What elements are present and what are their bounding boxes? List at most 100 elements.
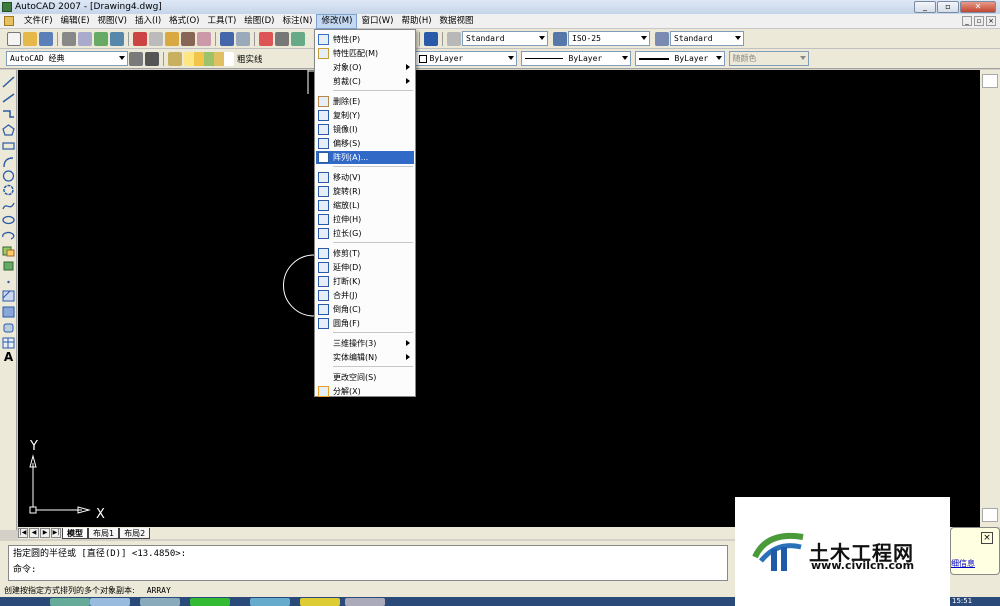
close-button[interactable]: ✕ — [960, 1, 996, 13]
menu-view[interactable]: 视图(V) — [94, 14, 131, 29]
balloon-close-button[interactable]: × — [981, 532, 993, 544]
pan-icon[interactable] — [259, 31, 273, 46]
polyline-icon[interactable] — [2, 108, 15, 120]
workspace-settings-icon[interactable] — [129, 51, 143, 66]
make-block-icon[interactable] — [2, 260, 15, 272]
modify-menu-item[interactable]: 打断(K) — [316, 275, 414, 288]
doc-restore-button[interactable]: ▫ — [974, 16, 984, 26]
circle-icon[interactable] — [2, 170, 15, 182]
plot-style-select[interactable]: 随颜色 — [728, 51, 809, 66]
tab-prev-button[interactable]: ◀ — [29, 528, 39, 538]
menu-help[interactable]: 帮助(H) — [398, 14, 436, 29]
linetype-select[interactable]: ByLayer — [520, 51, 631, 66]
modify-menu-item[interactable]: 镜像(I) — [316, 123, 414, 136]
document-icon[interactable] — [4, 16, 14, 26]
table-style-icon[interactable] — [655, 31, 669, 46]
modify-menu-item[interactable]: 复制(Y) — [316, 109, 414, 122]
modify-menu-item[interactable]: 圆角(F) — [316, 317, 414, 330]
redo-icon[interactable] — [236, 31, 250, 46]
tab-layout2[interactable]: 布局2 — [119, 527, 151, 539]
polygon-icon[interactable] — [2, 124, 15, 136]
new-icon[interactable] — [7, 31, 21, 46]
line-icon[interactable] — [2, 76, 15, 88]
tab-next-button[interactable]: ▶ — [40, 528, 50, 538]
multiline-text-icon[interactable]: A — [2, 351, 15, 363]
modify-menu-item[interactable]: 对象(O) — [316, 61, 414, 74]
tab-last-button[interactable]: ▶| — [51, 528, 61, 538]
cut-icon[interactable] — [133, 31, 147, 46]
modify-menu-item[interactable]: 实体编辑(N) — [316, 351, 414, 364]
taskbar-item[interactable] — [190, 598, 230, 606]
menu-edit[interactable]: 编辑(E) — [57, 14, 94, 29]
modify-menu-item[interactable]: 移动(V) — [316, 171, 414, 184]
zoom-realtime-icon[interactable] — [275, 31, 289, 46]
save-icon[interactable] — [39, 31, 53, 46]
modify-menu-item[interactable]: 旋转(R) — [316, 185, 414, 198]
modify-menu-item[interactable]: 剪裁(C) — [316, 75, 414, 88]
modify-menu-item[interactable]: 拉伸(H) — [316, 213, 414, 226]
revision-cloud-icon[interactable] — [2, 184, 15, 196]
taskbar-item[interactable] — [300, 598, 340, 606]
modify-menu-item[interactable]: 分解(X) — [316, 385, 414, 398]
maximize-button[interactable]: ▫ — [937, 1, 959, 13]
hatch-icon[interactable] — [2, 290, 15, 302]
help-icon[interactable] — [424, 31, 438, 46]
modify-menu-item[interactable]: 延伸(D) — [316, 261, 414, 274]
balloon-details-link[interactable]: 细信息 — [951, 558, 975, 569]
construction-line-icon[interactable] — [2, 92, 15, 104]
menu-window[interactable]: 窗口(W) — [357, 14, 397, 29]
color-select[interactable]: ByLayer — [414, 51, 517, 66]
layer-manager-icon[interactable] — [168, 51, 182, 66]
modify-menu-item[interactable]: 合并(J) — [316, 289, 414, 302]
modify-menu-item[interactable]: 特性(P) — [316, 33, 414, 46]
tab-model[interactable]: 模型 — [62, 527, 88, 539]
menu-file[interactable]: 文件(F) — [20, 14, 57, 29]
doc-close-button[interactable]: × — [986, 16, 996, 26]
menu-data-view[interactable]: 数据视图 — [436, 14, 478, 29]
modify-menu-item[interactable]: 倒角(C) — [316, 303, 414, 316]
paste-icon[interactable] — [165, 31, 179, 46]
text-style-icon[interactable] — [447, 31, 461, 46]
doc-minimize-button[interactable]: _ — [962, 16, 972, 26]
tab-first-button[interactable]: |◀ — [18, 528, 28, 538]
match-prop-icon[interactable] — [181, 31, 195, 46]
taskbar-item[interactable] — [140, 598, 180, 606]
plot-preview-icon[interactable] — [78, 31, 92, 46]
command-prompt[interactable]: 命令: — [9, 562, 727, 578]
menu-format[interactable]: 格式(O) — [165, 14, 203, 29]
drawing-canvas[interactable]: Y X — [18, 70, 980, 527]
gradient-icon[interactable] — [2, 306, 15, 318]
table-icon[interactable] — [2, 337, 15, 349]
workspace-save-icon[interactable] — [145, 51, 159, 66]
modify-menu-item[interactable]: 三维操作(3) — [316, 337, 414, 350]
modify-menu-item[interactable]: 修剪(T) — [316, 247, 414, 260]
region-icon[interactable] — [2, 322, 15, 334]
arc-icon[interactable] — [2, 156, 15, 168]
menu-draw[interactable]: 绘图(D) — [240, 14, 278, 29]
modify-menu-item[interactable]: 偏移(S) — [316, 137, 414, 150]
modify-menu-item[interactable]: 缩放(L) — [316, 199, 414, 212]
workspace-select[interactable]: AutoCAD 经典 — [6, 51, 128, 66]
undo-icon[interactable] — [220, 31, 234, 46]
rectangle-icon[interactable] — [2, 140, 15, 152]
scroll-up-button[interactable] — [982, 74, 998, 88]
lineweight-select[interactable]: ByLayer — [634, 51, 725, 66]
scroll-down-button[interactable] — [982, 508, 998, 522]
layer-state-icons[interactable] — [184, 51, 234, 66]
publish-icon[interactable] — [94, 31, 108, 46]
table-style-select[interactable]: Standard — [670, 31, 744, 46]
modify-menu-item[interactable]: 拉长(G) — [316, 227, 414, 240]
minimize-button[interactable]: _ — [914, 1, 936, 13]
dim-style-icon[interactable] — [553, 31, 567, 46]
taskbar-item[interactable] — [90, 598, 130, 606]
zoom-window-icon[interactable] — [291, 31, 305, 46]
vertical-scrollbar[interactable] — [980, 70, 1000, 527]
ellipse-icon[interactable] — [2, 214, 15, 226]
3d-dwf-icon[interactable] — [110, 31, 124, 46]
command-history[interactable]: 指定圆的半径或 [直径(D)] <13.4850>: 命令: — [8, 545, 728, 581]
taskbar-item[interactable] — [50, 598, 90, 606]
dim-style-select[interactable]: ISO-25 — [568, 31, 650, 46]
open-icon[interactable] — [23, 31, 37, 46]
ellipse-arc-icon[interactable] — [2, 230, 15, 242]
copy-clip-icon[interactable] — [149, 31, 163, 46]
